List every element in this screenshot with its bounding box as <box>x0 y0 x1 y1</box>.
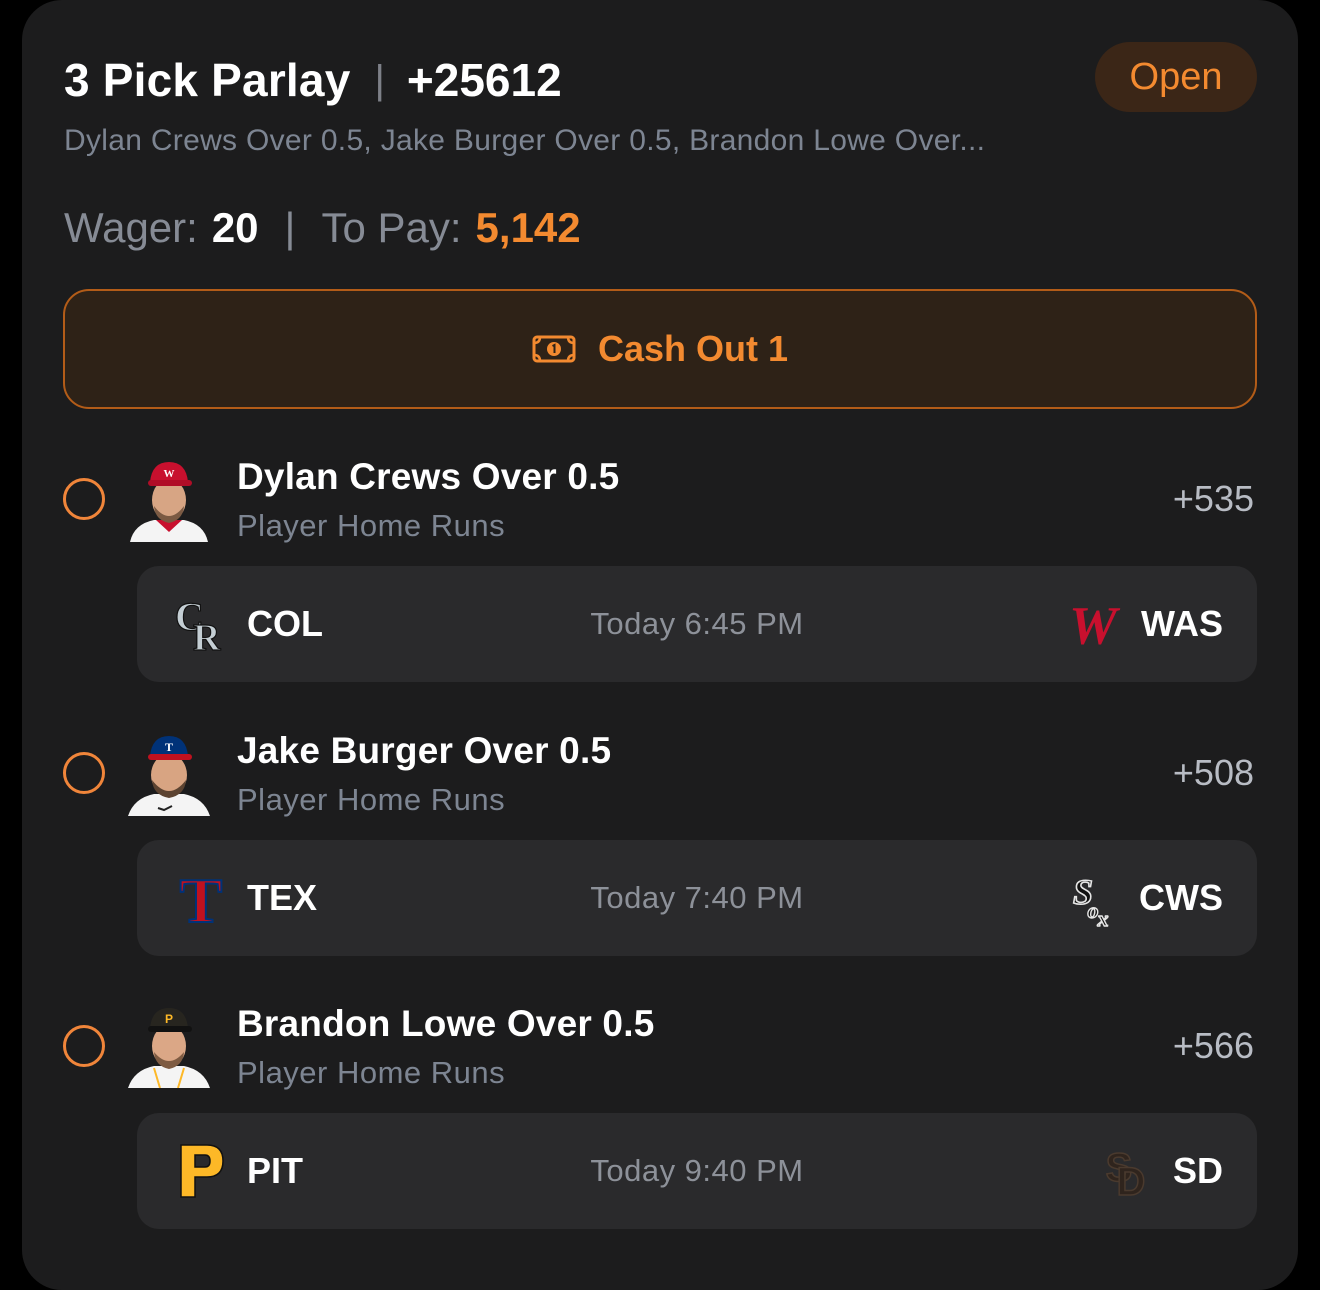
leg-odds: +566 <box>1172 1025 1254 1066</box>
title-separator: | <box>374 57 385 102</box>
leg-market: Player Home Runs <box>237 782 506 817</box>
svg-text:W: W <box>164 468 175 480</box>
legs-summary: Dylan Crews Over 0.5, Jake Burger Over 0… <box>64 124 986 157</box>
parlay-odds: +25612 <box>406 54 562 106</box>
leg-title: Brandon Lowe Over 0.5 <box>237 1003 655 1044</box>
game-matchup[interactable]: PIT Today 9:40 PM S D SD <box>137 1113 1257 1229</box>
to-pay-label: To Pay: <box>321 204 462 251</box>
player-avatar: T <box>128 734 210 816</box>
nationals-logo-icon: W <box>1065 594 1121 654</box>
wager-label: Wager: <box>64 204 198 251</box>
home-team-abbr: CWS <box>1139 877 1223 918</box>
leg-market: Player Home Runs <box>237 508 506 543</box>
home-team-abbr: SD <box>1172 1150 1223 1191</box>
wager-row: Wager: 20 | To Pay: 5,142 <box>64 200 581 256</box>
leg-status-radio <box>63 1025 105 1067</box>
cash-out-button[interactable]: Cash Out 1 <box>63 289 1257 409</box>
leg-title: Jake Burger Over 0.5 <box>237 730 612 771</box>
leg-status-radio <box>63 752 105 794</box>
game-matchup[interactable]: C R COL Today 6:45 PM W WAS <box>137 566 1257 682</box>
bet-header: 3 Pick Parlay | +25612 <box>64 52 562 108</box>
svg-text:D: D <box>1117 1160 1146 1201</box>
svg-text:P: P <box>165 1012 173 1026</box>
cash-out-label: Cash Out 1 <box>597 328 789 369</box>
svg-text:T: T <box>165 740 173 754</box>
svg-text:W: W <box>1069 595 1121 654</box>
white-sox-logo-icon: S o x <box>1063 868 1119 928</box>
player-avatar: P <box>128 1006 210 1088</box>
svg-text:x: x <box>1097 906 1109 928</box>
to-pay-value: 5,142 <box>475 204 581 251</box>
home-team: S D SD <box>1097 1113 1223 1229</box>
home-team: W WAS <box>1065 566 1223 682</box>
game-matchup[interactable]: T TEX Today 7:40 PM S o x CWS <box>137 840 1257 956</box>
wager-value: 20 <box>211 204 259 251</box>
home-team-abbr: WAS <box>1140 603 1223 644</box>
bet-title: 3 Pick Parlay <box>64 54 351 106</box>
cash-icon <box>532 335 576 363</box>
leg-odds: +508 <box>1172 752 1254 793</box>
leg-title: Dylan Crews Over 0.5 <box>237 456 620 497</box>
leg-status-radio <box>63 478 105 520</box>
leg-odds: +535 <box>1172 478 1254 519</box>
leg-market: Player Home Runs <box>237 1055 506 1090</box>
status-badge: Open <box>1095 42 1257 112</box>
player-avatar: W <box>128 460 210 542</box>
wager-separator: | <box>284 204 296 251</box>
game-time: Today 9:40 PM <box>590 1153 804 1188</box>
home-team: S o x CWS <box>1063 840 1223 956</box>
padres-logo-icon: S D <box>1097 1141 1153 1201</box>
